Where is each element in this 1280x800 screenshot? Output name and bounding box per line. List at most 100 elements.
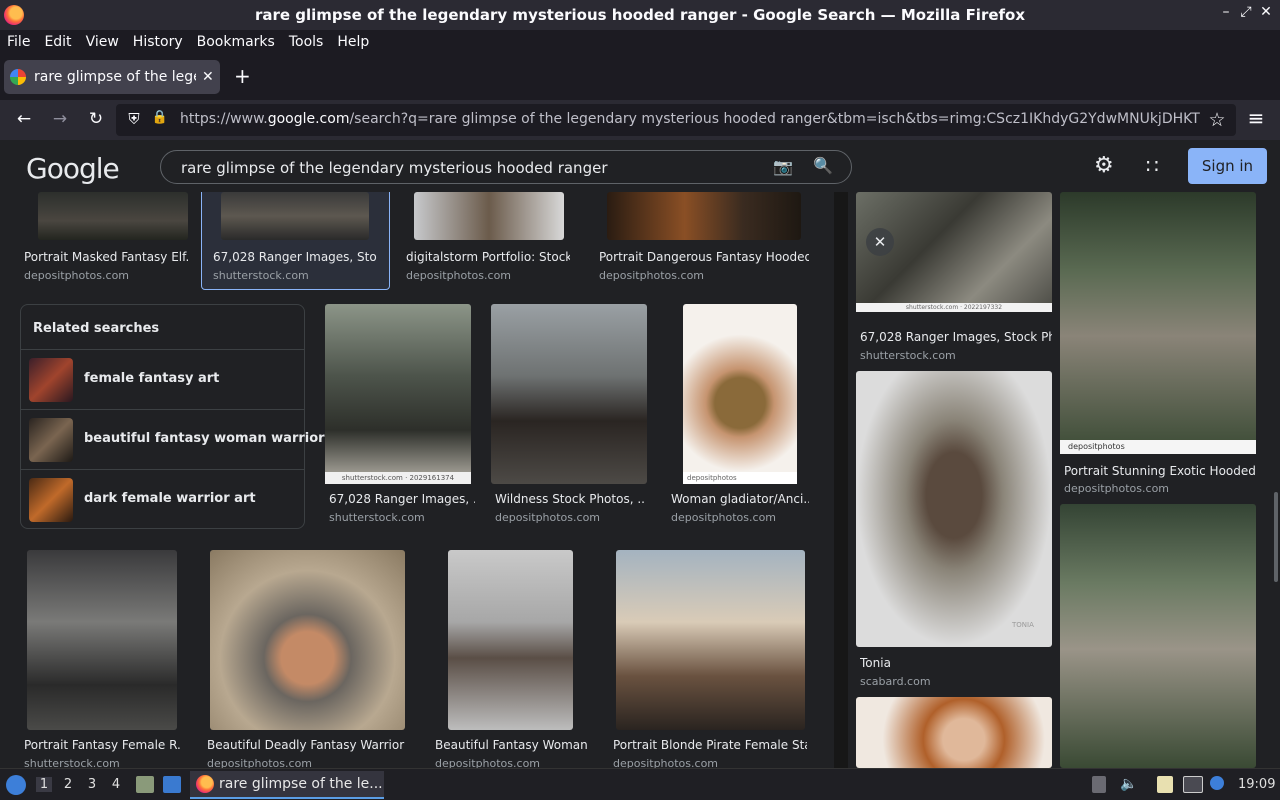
desktop-icon[interactable] <box>163 776 181 793</box>
result-title[interactable]: 67,028 Ranger Images, Stock Ph... <box>860 330 1052 344</box>
os-taskbar: 1 2 3 4 rare glimpse of the le... 🔈 19:0… <box>0 768 1280 800</box>
result-source: depositphotos.com <box>599 269 705 282</box>
result-title[interactable]: Portrait Dangerous Fantasy Hooded ... <box>599 250 809 264</box>
result-source: depositphotos.com <box>207 757 313 768</box>
new-tab-button[interactable]: + <box>234 64 251 88</box>
navigation-toolbar: ← → ↻ ⛨ 🔒 https://www.google.com/search?… <box>0 100 1280 140</box>
forward-button[interactable]: → <box>48 109 72 129</box>
watermark-caption: TONIA <box>1012 621 1034 629</box>
result-thumbnail[interactable] <box>27 550 177 730</box>
tab-strip: rare glimpse of the legendary mysterious… <box>0 56 1280 98</box>
volume-icon[interactable]: 🔈 <box>1120 776 1137 792</box>
result-thumbnail[interactable]: depositphotos <box>683 304 797 484</box>
related-thumbnail[interactable] <box>29 358 73 402</box>
google-apps-icon[interactable]: ∷ <box>1146 154 1159 178</box>
result-title[interactable]: digitalstorm Portfolio: Stock... <box>406 250 570 264</box>
search-input[interactable] <box>181 157 741 179</box>
result-source: shutterstock.com <box>329 511 425 524</box>
workspace-3[interactable]: 3 <box>84 777 100 792</box>
workspace-2[interactable]: 2 <box>60 777 76 792</box>
result-thumbnail[interactable]: depositphotos <box>1060 192 1256 454</box>
workspace-4[interactable]: 4 <box>108 777 124 792</box>
sign-in-button[interactable]: Sign in <box>1188 148 1267 184</box>
tab-close-icon[interactable]: ✕ <box>202 69 214 85</box>
result-thumbnail[interactable] <box>616 550 805 730</box>
url-bar[interactable]: ⛨ 🔒 https://www.google.com/search?q=rare… <box>116 104 1236 136</box>
result-thumbnail[interactable] <box>1060 504 1256 768</box>
url-text[interactable]: https://www.google.com/search?q=rare gli… <box>180 111 1200 127</box>
result-thumbnail[interactable] <box>221 192 369 240</box>
menu-tools[interactable]: Tools <box>282 34 331 50</box>
result-title[interactable]: Wildness Stock Photos, ... <box>495 492 645 506</box>
result-thumbnail[interactable] <box>491 304 647 484</box>
watermark-caption: shutterstock.com · 2029161374 <box>325 472 471 484</box>
result-thumbnail[interactable] <box>38 192 188 240</box>
bookmark-star-icon[interactable]: ☆ <box>1205 109 1229 131</box>
result-thumbnail[interactable]: shutterstock.com · 2029161374 <box>325 304 471 484</box>
tab-title: rare glimpse of the legendary mysterious… <box>34 69 196 85</box>
close-preview-icon[interactable]: ✕ <box>866 228 894 256</box>
related-thumbnail[interactable] <box>29 418 73 462</box>
window-title: rare glimpse of the legendary mysterious… <box>254 6 1026 24</box>
google-header: Google 📷 🔍 ⚙ ∷ Sign in <box>0 140 1280 192</box>
related-search-item[interactable]: dark female warrior art <box>21 469 304 529</box>
tray-network-icon[interactable] <box>1183 776 1203 793</box>
app-menu-icon[interactable]: ≡ <box>1244 106 1268 130</box>
menubar: File Edit View History Bookmarks Tools H… <box>0 30 1280 54</box>
result-title[interactable]: Portrait Blonde Pirate Female Sta... <box>613 738 807 752</box>
result-source: depositphotos.com <box>24 269 130 282</box>
workspace-1[interactable]: 1 <box>36 777 52 792</box>
tray-clipboard-icon[interactable] <box>1157 776 1173 793</box>
reload-button[interactable]: ↻ <box>84 109 108 129</box>
result-title[interactable]: Portrait Fantasy Female R... <box>24 738 180 752</box>
result-title[interactable]: Beautiful Fantasy Woman... <box>435 738 587 752</box>
minimize-button[interactable]: – <box>1216 4 1236 20</box>
scrollbar-thumb[interactable] <box>1274 492 1278 582</box>
google-search-box[interactable]: 📷 🔍 <box>160 150 852 184</box>
result-title[interactable]: Portrait Masked Fantasy Elf... <box>24 250 188 264</box>
related-search-label[interactable]: female fantasy art <box>84 371 219 386</box>
menu-view[interactable]: View <box>79 34 126 50</box>
back-button[interactable]: ← <box>12 109 36 129</box>
settings-gear-icon[interactable]: ⚙ <box>1094 153 1114 178</box>
result-title[interactable]: Woman gladiator/Anci... <box>671 492 809 506</box>
related-search-item[interactable]: female fantasy art <box>21 349 304 409</box>
tracking-shield-icon[interactable]: ⛨ <box>122 110 146 128</box>
search-icon[interactable]: 🔍 <box>813 156 833 175</box>
related-thumbnail[interactable] <box>29 478 73 522</box>
result-source: shutterstock.com <box>860 349 956 362</box>
tray-upload-icon[interactable] <box>1092 776 1106 793</box>
camera-icon[interactable]: 📷 <box>773 157 793 176</box>
result-thumbnail[interactable] <box>448 550 573 730</box>
menu-bookmarks[interactable]: Bookmarks <box>190 34 282 50</box>
result-title[interactable]: 67,028 Ranger Images, ... <box>329 492 475 506</box>
result-title[interactable]: Portrait Stunning Exotic Hooded... <box>1064 464 1256 478</box>
menu-history[interactable]: History <box>126 34 190 50</box>
result-thumbnail[interactable] <box>414 192 564 240</box>
menu-file[interactable]: File <box>0 34 37 50</box>
menu-edit[interactable]: Edit <box>37 34 78 50</box>
tray-update-icon[interactable] <box>1210 776 1224 790</box>
result-title[interactable]: Beautiful Deadly Fantasy Warrior F... <box>207 738 407 752</box>
result-thumbnail[interactable] <box>210 550 405 730</box>
result-title[interactable]: 67,028 Ranger Images, Stoc... <box>213 250 377 264</box>
related-search-item[interactable]: beautiful fantasy woman warrior <box>21 409 325 469</box>
result-source: depositphotos.com <box>495 511 601 524</box>
watermark-caption: shutterstock.com · 2022197332 <box>856 303 1052 312</box>
tab-google-search[interactable]: rare glimpse of the legendary mysterious… <box>4 60 220 94</box>
result-thumbnail[interactable] <box>607 192 801 240</box>
menu-help[interactable]: Help <box>330 34 376 50</box>
google-logo[interactable]: Google <box>26 152 120 185</box>
lock-icon[interactable]: 🔒 <box>148 110 172 125</box>
related-search-label[interactable]: dark female warrior art <box>84 491 256 506</box>
result-title[interactable]: Tonia <box>860 656 1052 670</box>
result-thumbnail[interactable] <box>856 697 1052 768</box>
start-menu-icon[interactable] <box>6 775 26 795</box>
maximize-button[interactable]: ⤢ <box>1236 4 1256 20</box>
related-search-label[interactable]: beautiful fantasy woman warrior <box>84 431 325 446</box>
close-window-button[interactable]: ✕ <box>1256 4 1276 20</box>
file-manager-icon[interactable] <box>136 776 154 793</box>
taskbar-firefox-window[interactable]: rare glimpse of the le... <box>190 771 384 799</box>
result-thumbnail[interactable]: TONIA <box>856 371 1052 647</box>
image-results: Portrait Masked Fantasy Elf... depositph… <box>0 192 1280 768</box>
